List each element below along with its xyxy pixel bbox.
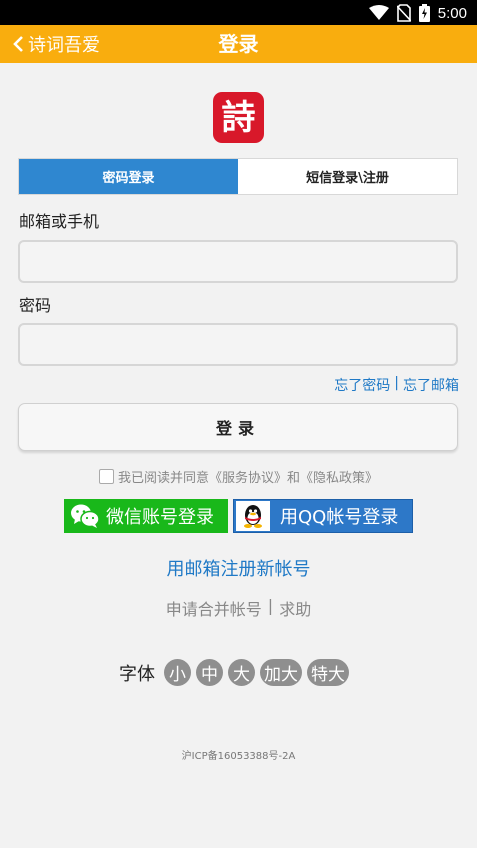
app-bar: 登录 诗词吾爱 <box>0 25 477 63</box>
tab-sms-login[interactable]: 短信登录\注册 <box>238 159 457 194</box>
login-tabs: 密码登录 短信登录\注册 <box>18 158 458 195</box>
password-label: 密码 <box>19 296 52 315</box>
agreement-prefix: 我已阅读并同意 <box>117 471 209 486</box>
service-agreement-link[interactable]: 《服务协议》 <box>209 471 287 486</box>
agreement-checkbox[interactable] <box>98 469 114 484</box>
qq-penguin-icon <box>244 505 262 528</box>
font-size-label: 字体 <box>119 663 155 685</box>
font-size-large[interactable]: 大 <box>228 659 255 686</box>
agreement-text: 我已阅读并同意《服务协议》和《隐私政策》 <box>118 467 378 486</box>
back-label: 诗词吾爱 <box>28 35 100 56</box>
font-size-selector: 字体 小 中 大 加大 特大 <box>119 659 354 686</box>
font-size-larger[interactable]: 加大 <box>260 659 302 686</box>
icp-license: 沪ICP备16053388号-2A <box>181 751 296 762</box>
status-bar: 5:00 <box>0 0 477 25</box>
wechat-icon <box>71 504 100 528</box>
no-sim-icon <box>396 4 411 22</box>
back-button[interactable]: 诗词吾爱 <box>12 25 100 63</box>
font-size-medium[interactable]: 中 <box>196 659 223 686</box>
forgot-separator: | <box>394 375 399 391</box>
login-button[interactable]: 登录 <box>18 403 458 451</box>
wechat-login-button[interactable]: 微信账号登录 <box>64 499 228 533</box>
merge-account-link[interactable]: 申请合并帐号 <box>166 596 262 620</box>
app-logo: 詩 <box>213 92 264 143</box>
password-input[interactable] <box>18 323 458 366</box>
logo-glyph: 詩 <box>221 97 256 138</box>
wechat-login-label: 微信账号登录 <box>106 507 214 528</box>
battery-charging-icon <box>418 4 430 22</box>
account-input[interactable] <box>18 240 458 283</box>
tab-password-login[interactable]: 密码登录 <box>19 159 238 194</box>
wifi-icon <box>368 5 389 20</box>
status-icons: 5:00 <box>368 3 467 23</box>
register-email-link[interactable]: 用邮箱注册新帐号 <box>0 555 477 581</box>
account-label: 邮箱或手机 <box>19 212 100 231</box>
chevron-left-icon <box>13 36 23 52</box>
agreement-and: 和 <box>287 471 301 486</box>
qq-login-label: 用QQ帐号登录 <box>280 507 399 528</box>
qq-icon-box <box>236 501 270 531</box>
font-size-extra-large[interactable]: 特大 <box>307 659 349 686</box>
forgot-email-link[interactable]: 忘了邮箱 <box>403 375 459 395</box>
forgot-links: 忘了密码 | 忘了邮箱 <box>334 375 459 395</box>
merge-separator: | <box>267 596 274 615</box>
merge-help-row: 申请合并帐号 | 求助 <box>0 596 477 620</box>
status-time: 5:00 <box>437 4 467 22</box>
help-link[interactable]: 求助 <box>279 596 311 620</box>
font-size-small[interactable]: 小 <box>164 659 191 686</box>
qq-login-button[interactable]: 用QQ帐号登录 <box>233 499 413 533</box>
forgot-password-link[interactable]: 忘了密码 <box>334 375 390 395</box>
agreement-row: 我已阅读并同意《服务协议》和《隐私政策》 <box>0 467 477 486</box>
privacy-policy-link[interactable]: 《隐私政策》 <box>300 471 378 486</box>
